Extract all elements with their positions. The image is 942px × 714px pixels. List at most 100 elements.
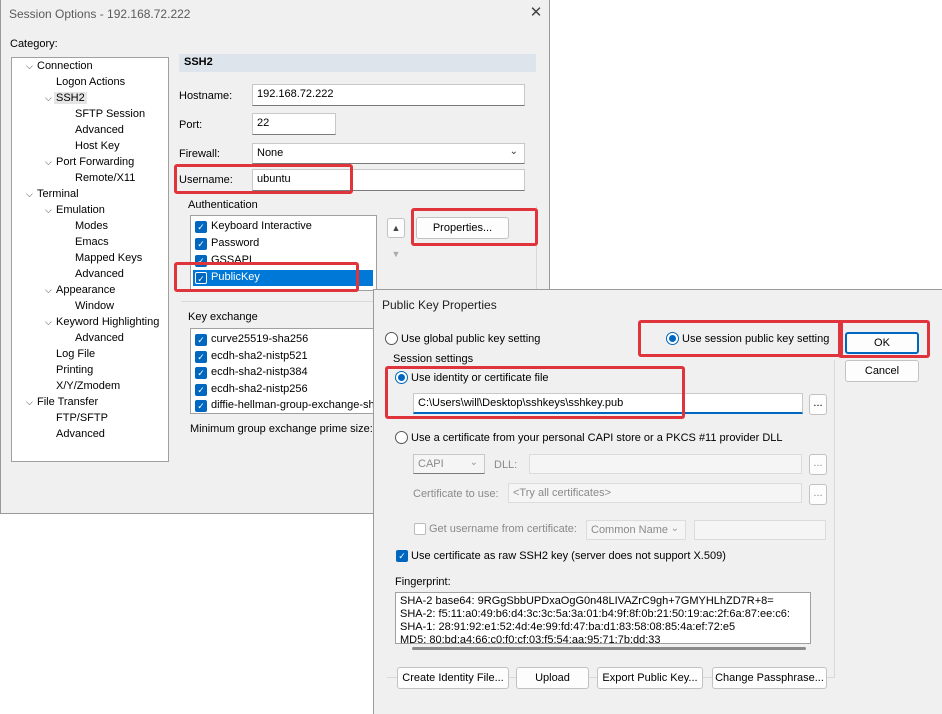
kex-method-label: ecdh-sha2-nistp256 [211, 382, 308, 395]
tree-expand-icon[interactable]: ⌵ [26, 61, 33, 72]
arrow-up-icon: ▲ [391, 223, 401, 233]
auth-method-row[interactable]: ✓ Password [193, 236, 373, 252]
tree-item[interactable]: Advanced [75, 332, 124, 344]
tree-item[interactable]: Modes [75, 220, 108, 232]
create-identity-button[interactable]: Create Identity File... [397, 667, 509, 689]
tree-item[interactable]: Emacs [75, 236, 109, 248]
highlight-identity-file [385, 366, 685, 419]
tree-expand-icon[interactable]: ⌵ [45, 317, 52, 328]
tree-item[interactable]: File Transfer [37, 396, 98, 408]
tree-item[interactable]: SFTP Session [75, 108, 145, 120]
kex-method-row[interactable]: ✓ ecdh-sha2-nistp384 [193, 365, 373, 381]
tree-item[interactable]: Advanced [75, 268, 124, 280]
tree-item[interactable]: Connection [37, 60, 93, 72]
category-tree[interactable]: ⌵ Connection Logon Actions ⌵ SSH2 SFTP Sessio… [11, 57, 169, 462]
capi-radio[interactable] [395, 431, 408, 444]
move-up-button[interactable]: ▲ [387, 218, 405, 238]
tree-item[interactable]: Emulation [56, 204, 105, 216]
cert-to-use-label: Certificate to use: [413, 488, 499, 500]
highlight-session-key [638, 320, 843, 357]
move-down-button[interactable]: ▼ [387, 245, 405, 265]
auth-method-row[interactable]: ✓ Keyboard Interactive [193, 219, 373, 235]
tree-item[interactable]: Appearance [56, 284, 115, 296]
hostname-input[interactable]: 192.168.72.222 [252, 84, 525, 106]
auth-method-checkbox[interactable]: ✓ [195, 238, 207, 250]
chevron-down-icon: ⌄ [670, 523, 679, 534]
dll-input[interactable] [529, 454, 802, 474]
tree-expand-icon[interactable]: ⌵ [45, 205, 52, 216]
tree-item[interactable]: Advanced [56, 428, 105, 440]
tree-item[interactable]: Printing [56, 364, 93, 376]
fingerprint-line: SHA-2 base64: 9RGgSbbUPDxaOgG0n48LIVAZrC… [400, 595, 774, 607]
kex-method-label: diffie-hellman-group-exchange-sh [211, 399, 375, 411]
cancel-button[interactable]: Cancel [845, 360, 919, 382]
section-header: SSH2 [179, 54, 536, 72]
close-icon[interactable]: ✕ [527, 4, 545, 22]
highlight-publickey [174, 262, 359, 292]
tree-item[interactable]: Host Key [75, 140, 120, 152]
tree-item[interactable]: Log File [56, 348, 95, 360]
tree-item[interactable]: X/Y/Zmodem [56, 380, 120, 392]
get-username-checkbox[interactable] [414, 523, 426, 535]
raw-ssh2-checkbox[interactable]: ✓ [396, 550, 408, 562]
fingerprint-line: MD5: 80:bd:a4:66:c0:f0:cf:03:f5:54:aa:95… [400, 634, 661, 644]
capi-select[interactable]: CAPI ⌄ [413, 454, 485, 474]
category-label: Category: [10, 38, 58, 50]
fingerprint-box[interactable]: SHA-2 base64: 9RGgSbbUPDxaOgG0n48LIVAZrC… [395, 592, 811, 644]
tree-item[interactable]: FTP/SFTP [56, 412, 108, 424]
min-prime-label: Minimum group exchange prime size: [190, 423, 373, 435]
kex-method-checkbox[interactable]: ✓ [195, 400, 207, 412]
kex-method-checkbox[interactable]: ✓ [195, 367, 207, 379]
fingerprint-line: SHA-1: 28:91:92:e1:52:4d:4e:99:fd:47:ba:… [400, 621, 736, 633]
tree-item[interactable]: Window [75, 300, 114, 312]
capi-label: Use a certificate from your personal CAP… [411, 432, 783, 444]
browse-cert-button[interactable]: ... [809, 484, 827, 505]
kex-method-checkbox[interactable]: ✓ [195, 350, 207, 363]
window-title: Session Options - 192.168.72.222 [9, 7, 191, 21]
kex-method-row[interactable]: ✓ curve25519-sha256 [193, 332, 373, 348]
dll-label: DLL: [494, 459, 518, 471]
kex-method-label: curve25519-sha256 [211, 333, 309, 345]
fingerprint-scrollbar[interactable] [412, 647, 806, 650]
kex-method-row[interactable]: ✓ diffie-hellman-group-exchange-sh [193, 398, 375, 413]
kex-method-row[interactable]: ✓ ecdh-sha2-nistp256 [193, 382, 373, 398]
tree-expand-icon[interactable]: ⌵ [45, 285, 52, 296]
tree-item[interactable]: Port Forwarding [56, 156, 134, 168]
auth-method-label: Keyboard Interactive [211, 220, 312, 232]
kex-method-label: ecdh-sha2-nistp384 [211, 366, 308, 378]
port-input[interactable]: 22 [252, 113, 336, 135]
change-passphrase-button[interactable]: Change Passphrase... [712, 667, 827, 689]
tree-item[interactable]: Terminal [37, 188, 79, 200]
highlight-ok [838, 320, 930, 358]
fingerprint-line: SHA-2: f5:11:a0:49:b6:d4:3c:3c:5a:3a:01:… [400, 608, 790, 620]
tree-item[interactable]: Logon Actions [56, 76, 125, 88]
cert-to-use-select[interactable]: <Try all certificates> [508, 483, 802, 503]
browse-identity-button[interactable]: ... [809, 394, 827, 415]
tree-expand-icon[interactable]: ⌵ [26, 189, 33, 200]
highlight-properties [411, 208, 538, 246]
auth-method-checkbox[interactable]: ✓ [195, 221, 207, 233]
global-key-radio[interactable] [385, 332, 398, 345]
tree-expand-icon[interactable]: ⌵ [45, 93, 52, 104]
common-name-extra-input[interactable] [694, 520, 826, 540]
export-public-key-button[interactable]: Export Public Key... [597, 667, 703, 689]
tree-item[interactable]: Keyword Highlighting [56, 316, 159, 328]
tree-item[interactable]: Mapped Keys [75, 252, 142, 264]
public-key-dialog: Public Key Properties Use global public … [373, 289, 942, 714]
kex-method-checkbox[interactable]: ✓ [195, 383, 207, 396]
tree-expand-icon[interactable]: ⌵ [45, 157, 52, 168]
tree-item[interactable]: Remote/X11 [75, 172, 135, 184]
firewall-select[interactable]: None ⌄ [252, 143, 525, 164]
common-name-select[interactable]: Common Name ⌄ [586, 520, 686, 540]
browse-dll-button[interactable]: ... [809, 454, 827, 475]
tree-item[interactable]: Advanced [75, 124, 124, 136]
upload-button[interactable]: Upload [516, 667, 589, 689]
tree-item[interactable]: SSH2 [54, 92, 87, 104]
hostname-label: Hostname: [179, 90, 233, 102]
kex-method-checkbox[interactable]: ✓ [195, 334, 207, 346]
kex-method-row[interactable]: ✓ ecdh-sha2-nistp521 [193, 349, 373, 365]
kex-methods-list[interactable]: ✓ curve25519-sha256 ✓ ecdh-sha2-nistp521 ✓ ec… [190, 328, 377, 414]
get-username-label: Get username from certificate: [429, 523, 577, 535]
tree-expand-icon[interactable]: ⌵ [26, 397, 33, 408]
arrow-down-icon: ▼ [391, 249, 401, 259]
